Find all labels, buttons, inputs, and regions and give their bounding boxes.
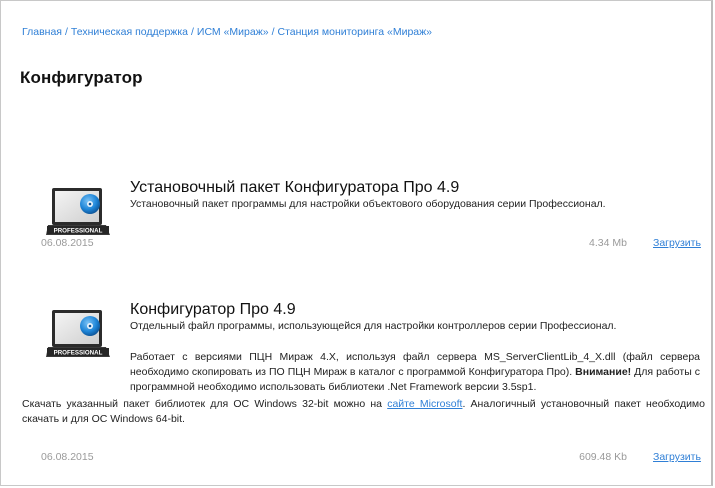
professional-software-icon: PROFESSIONAL (46, 307, 112, 367)
download-item: PROFESSIONAL Установочный пакет Конфигур… (1, 171, 714, 261)
item-size: 4.34 Mb (589, 237, 627, 249)
download-link[interactable]: Загрузить (653, 451, 701, 463)
compatibility-paragraph: Работает с версиями ПЦН Мираж 4.X, испол… (130, 350, 700, 395)
attention-label: Внимание! (575, 366, 632, 378)
breadcrumb-link-support[interactable]: Техническая поддержка (71, 26, 188, 38)
breadcrumb-separator: / (64, 26, 68, 38)
download-link[interactable]: Загрузить (653, 237, 701, 249)
download-note-paragraph: Скачать указанный пакет библиотек для ОС… (22, 397, 705, 427)
item-date: 06.08.2015 (41, 451, 94, 463)
breadcrumb-link-monitoring-station[interactable]: Станция мониторинга «Мираж» (278, 26, 433, 38)
note-text-before: Скачать указанный пакет библиотек для ОС… (22, 398, 388, 410)
breadcrumb: Главная / Техническая поддержка / ИСМ «Мираж… (22, 26, 432, 38)
professional-software-icon: PROFESSIONAL (46, 185, 112, 245)
item-description: Установочный пакет программы для настрой… (130, 198, 606, 210)
breadcrumb-separator: / (190, 26, 194, 38)
item-size: 609.48 Kb (579, 451, 627, 463)
breadcrumb-link-home[interactable]: Главная (22, 26, 62, 38)
breadcrumb-separator: / (271, 26, 275, 38)
content-panel: Главная / Техническая поддержка / ИСМ «Мираж… (0, 0, 713, 486)
item-date: 06.08.2015 (41, 237, 94, 249)
item-title: Конфигуратор Про 4.9 (130, 301, 296, 318)
icon-label: PROFESSIONAL (54, 228, 103, 235)
icon-label: PROFESSIONAL (54, 350, 103, 357)
page-title: Конфигуратор (20, 68, 143, 87)
breadcrumb-link-ism-mirage[interactable]: ИСМ «Мираж» (197, 26, 269, 38)
item-description: Отдельный файл программы, использующейся… (130, 320, 617, 332)
item-title: Установочный пакет Конфигуратора Про 4.9 (130, 179, 460, 196)
download-item: PROFESSIONAL Конфигуратор Про 4.9 Отдель… (1, 293, 714, 483)
microsoft-site-link[interactable]: сайте Microsoft (387, 398, 462, 410)
